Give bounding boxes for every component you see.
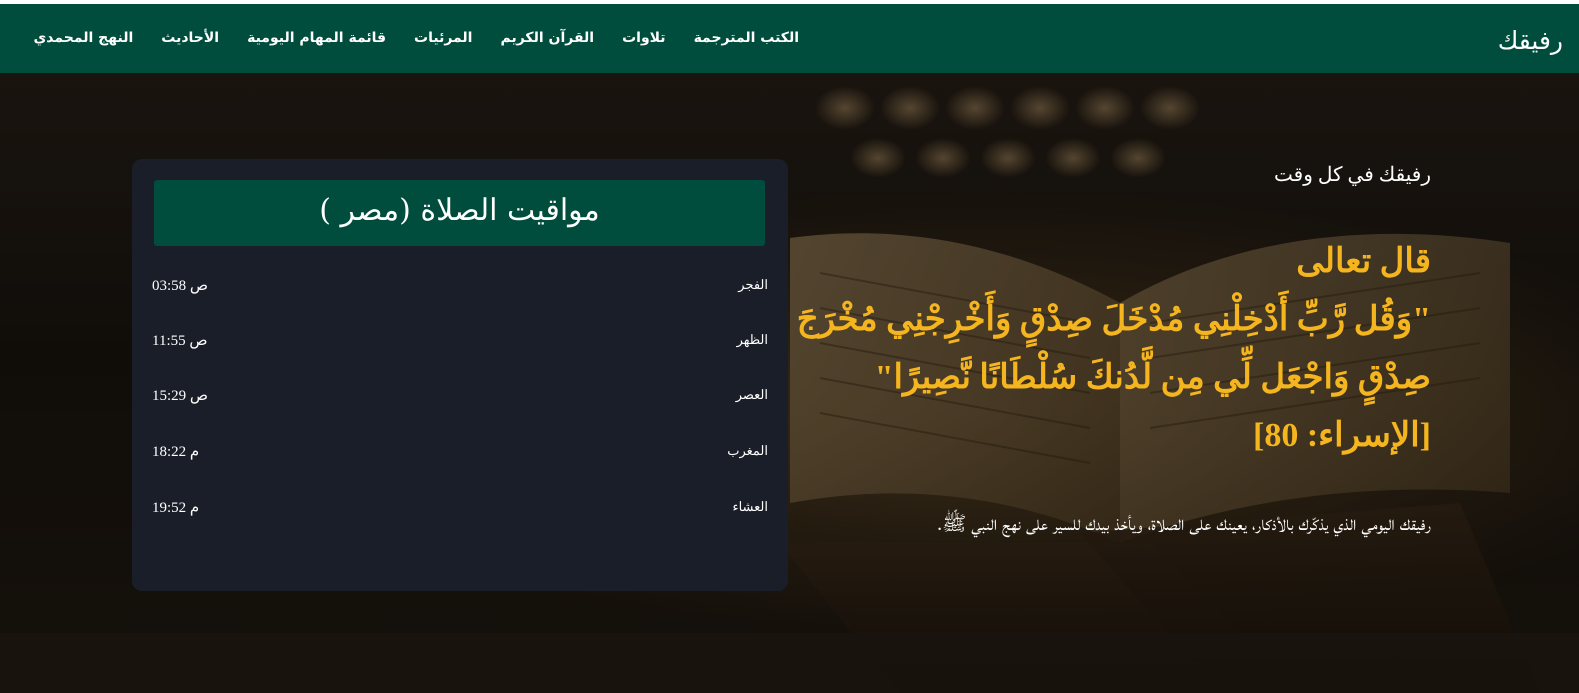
prayer-times-card: مواقيت الصلاة (مصر ) الفجر 03:58 ص الظهر… — [132, 159, 788, 591]
nav-links: النهج المحمدي الأحاديث قائمة المهام اليو… — [33, 28, 799, 48]
prayer-times-title: مواقيت الصلاة (مصر ) — [154, 180, 765, 246]
prayer-name: المغرب — [727, 444, 768, 459]
prayer-time: 19:52 م — [152, 500, 200, 516]
prayer-time: 15:29 ص — [152, 388, 209, 404]
verse-line-2: صِدْقٍ وَاجْعَل لِّي مِن لَّدُنكَ سُلْطَ… — [874, 359, 1431, 396]
nav-link-hadiths[interactable]: الأحاديث — [161, 28, 219, 48]
quran-verse: قال تعالى "وَقُل رَّبِّ أَدْخِلْنِي مُدْ… — [791, 233, 1431, 465]
nav-link-translated-books[interactable]: الكتب المترجمة — [694, 28, 799, 48]
nav-link-daily-tasks[interactable]: قائمة المهام اليومية — [247, 28, 386, 48]
prayer-time: 03:58 ص — [152, 278, 209, 294]
prayer-row-isha: العشاء 19:52 م — [152, 499, 768, 521]
prayer-time: 11:55 ص — [152, 333, 208, 349]
navbar: رفيقك النهج المحمدي الأحاديث قائمة المها… — [0, 4, 1579, 73]
prayer-row-maghrib: المغرب 18:22 م — [152, 443, 768, 465]
nav-link-prophetic-path[interactable]: النهج المحمدي — [33, 28, 133, 48]
verse-intro: قال تعالى — [1296, 243, 1431, 280]
prayer-name: العصر — [735, 388, 768, 403]
verse-line-1: "وَقُل رَّبِّ أَدْخِلْنِي مُدْخَلَ صِدْق… — [796, 301, 1431, 338]
prayer-row-fajr: الفجر 03:58 ص — [152, 277, 768, 299]
prayer-name: الفجر — [738, 278, 768, 293]
verse-reference: [الإسراء: 80] — [1253, 417, 1431, 454]
hero-description: رفيقك اليومي الذي يذكّرك بالأذكار، يعينك… — [937, 513, 1431, 535]
nav-link-quran[interactable]: القرآن الكريم — [500, 28, 594, 48]
hero-section: مواقيت الصلاة (مصر ) الفجر 03:58 ص الظهر… — [0, 73, 1579, 693]
brand-logo[interactable]: رفيقك — [1498, 26, 1563, 56]
prayer-row-asr: العصر 15:29 ص — [152, 387, 768, 409]
hero-tagline: رفيقك في كل وقت — [1274, 164, 1431, 186]
page: رفيقك النهج المحمدي الأحاديث قائمة المها… — [0, 0, 1579, 693]
prayer-name: العشاء — [732, 500, 768, 515]
prayer-row-dhuhr: الظهر 11:55 ص — [152, 332, 768, 354]
prayer-time: 18:22 م — [152, 444, 200, 460]
nav-link-videos[interactable]: المرئيات — [414, 28, 472, 48]
nav-link-recitations[interactable]: تلاوات — [622, 28, 665, 48]
prayer-name: الظهر — [736, 333, 768, 348]
